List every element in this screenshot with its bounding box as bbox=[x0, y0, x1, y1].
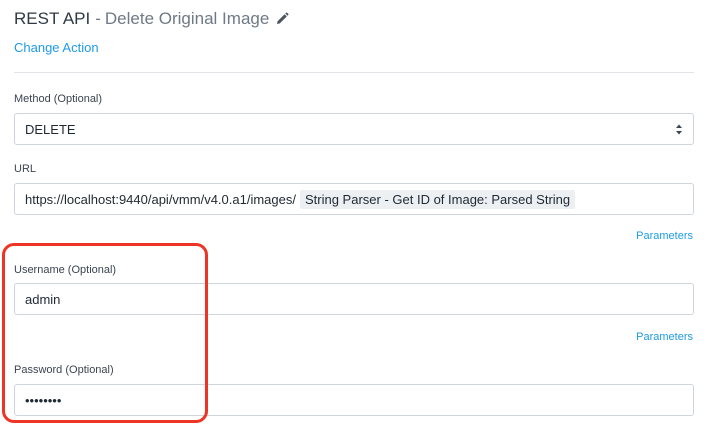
header-divider bbox=[14, 72, 694, 73]
up-down-arrows-icon bbox=[675, 123, 683, 136]
action-type-title: REST API bbox=[14, 9, 91, 28]
title-separator: - bbox=[95, 9, 101, 28]
url-label: URL bbox=[14, 163, 37, 175]
password-input[interactable]: •••••••• bbox=[14, 384, 694, 416]
rest-api-action-panel: REST API - Delete Original Image Change … bbox=[0, 0, 715, 432]
username-parameters-link[interactable]: Parameters bbox=[636, 331, 693, 343]
method-label: Method (Optional) bbox=[14, 93, 103, 105]
method-selected-value: DELETE bbox=[25, 121, 76, 137]
url-variable-token[interactable]: String Parser - Get ID of Image: Parsed … bbox=[299, 189, 576, 209]
password-masked-value: •••••••• bbox=[25, 392, 62, 408]
change-action-link[interactable]: Change Action bbox=[14, 40, 99, 55]
url-parameters-link[interactable]: Parameters bbox=[636, 230, 693, 242]
url-text: https://localhost:9440/api/vmm/v4.0.a1/i… bbox=[25, 191, 296, 207]
username-input[interactable]: admin bbox=[14, 283, 694, 315]
username-label: Username (Optional) bbox=[14, 264, 117, 276]
action-name-title: Delete Original Image bbox=[104, 9, 270, 28]
username-value: admin bbox=[25, 291, 61, 307]
method-select[interactable]: DELETE bbox=[14, 113, 694, 145]
url-input[interactable]: https://localhost:9440/api/vmm/v4.0.a1/i… bbox=[14, 183, 694, 215]
password-label: Password (Optional) bbox=[14, 364, 114, 376]
action-header: REST API - Delete Original Image bbox=[14, 8, 289, 30]
pencil-icon[interactable] bbox=[275, 12, 289, 26]
